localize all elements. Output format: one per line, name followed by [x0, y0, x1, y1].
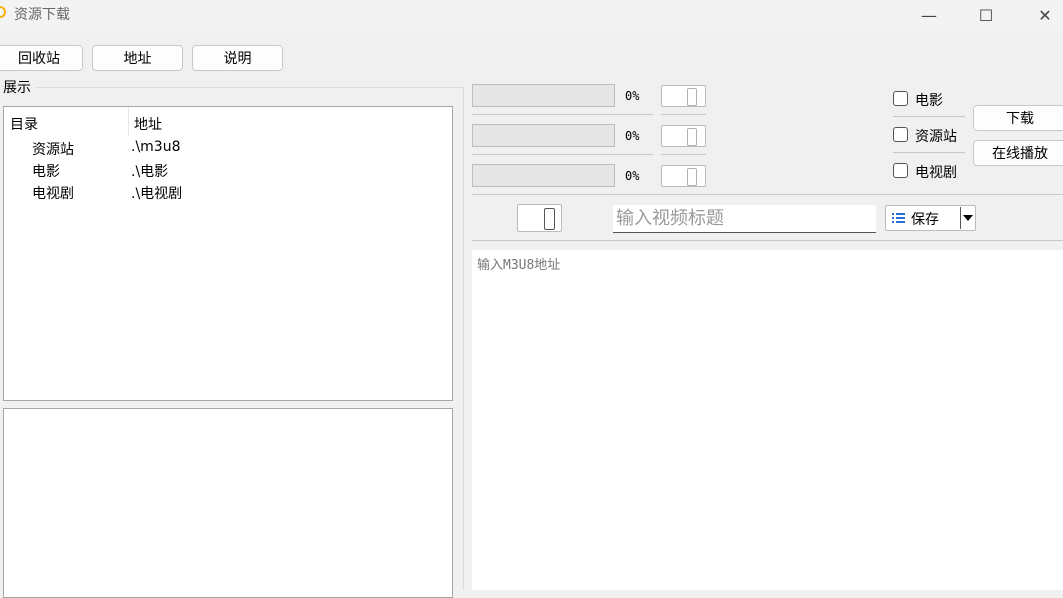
m3u8-url-input[interactable] [472, 250, 1063, 590]
minimize-button[interactable]: — [906, 0, 952, 30]
checkbox-movie[interactable] [893, 91, 908, 106]
play-online-button[interactable]: 在线播放 [973, 140, 1063, 166]
digit-display [687, 168, 697, 186]
group-label: 展示 [3, 80, 31, 96]
divider [893, 152, 965, 153]
divider [661, 114, 706, 115]
column-header-address[interactable]: 地址 [134, 114, 162, 134]
download-progress-bar [472, 124, 615, 147]
divider [472, 194, 1063, 195]
recycle-bin-button[interactable]: 回收站 [0, 45, 83, 71]
close-button[interactable]: ✕ [1022, 0, 1063, 30]
download-progress-percent: 0% [625, 169, 640, 183]
list-item-name[interactable]: 资源站 [32, 139, 74, 159]
checkbox-label-tv-series[interactable]: 电视剧 [915, 162, 957, 182]
address-button[interactable]: 地址 [92, 45, 183, 71]
divider [893, 116, 965, 117]
title-bar [0, 0, 1063, 32]
save-button[interactable]: 保存 [885, 205, 976, 231]
save-label: 保存 [911, 212, 939, 228]
split-separator [960, 207, 961, 229]
list-item-path[interactable]: .\电影 [131, 161, 168, 181]
column-header-directory[interactable]: 目录 [10, 114, 38, 134]
checkbox-label-movie[interactable]: 电影 [915, 90, 943, 110]
divider [472, 240, 1063, 241]
thread-count-field[interactable] [661, 165, 706, 187]
digit-display [544, 208, 555, 230]
download-progress-percent: 0% [625, 89, 640, 103]
maximize-button[interactable]: ☐ [963, 0, 1009, 30]
divider [472, 114, 653, 115]
digit-display [687, 88, 697, 106]
download-button[interactable]: 下载 [973, 105, 1063, 131]
list-item-path[interactable]: .\电视剧 [131, 183, 182, 203]
video-title-input[interactable] [613, 205, 876, 233]
list-item-path[interactable]: .\m3u8 [131, 139, 181, 155]
group-divider-vertical [463, 87, 464, 590]
divider [661, 154, 706, 155]
list-item-name[interactable]: 电影 [32, 161, 60, 181]
column-separator[interactable] [128, 108, 129, 136]
chevron-down-icon[interactable] [963, 215, 973, 221]
window-title: 资源下载 [14, 7, 70, 23]
checkbox-resource-site[interactable] [893, 127, 908, 142]
help-button[interactable]: 说明 [192, 45, 283, 71]
checkbox-tv-series[interactable] [893, 163, 908, 178]
log-panel[interactable] [3, 408, 453, 598]
digit-display [687, 128, 697, 146]
download-progress-percent: 0% [625, 129, 640, 143]
directory-list[interactable]: 目录 地址 资源站 .\m3u8 电影 .\电影 电视剧 .\电视剧 [3, 106, 453, 401]
group-divider [36, 87, 464, 88]
list-icon [892, 213, 905, 223]
download-progress-bar [472, 164, 615, 187]
list-item-name[interactable]: 电视剧 [32, 183, 74, 203]
episode-counter[interactable] [517, 204, 562, 232]
checkbox-label-resource-site[interactable]: 资源站 [915, 126, 957, 146]
thread-count-field[interactable] [661, 125, 706, 147]
thread-count-field[interactable] [661, 85, 706, 107]
divider [472, 154, 653, 155]
download-progress-bar [472, 84, 615, 107]
